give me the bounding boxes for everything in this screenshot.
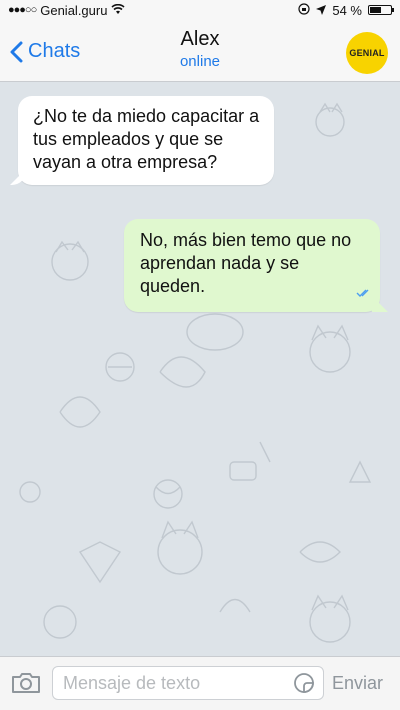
battery-percentage: 54 %: [332, 2, 362, 18]
camera-icon[interactable]: [10, 671, 42, 700]
contact-info[interactable]: Alex online: [0, 28, 400, 70]
orientation-lock-icon: [298, 2, 310, 18]
chat-area[interactable]: ¿No te da miedo capacitar a tus empleado…: [0, 82, 400, 656]
message-field[interactable]: [52, 666, 324, 700]
wifi-icon: [111, 3, 125, 18]
signal-strength: ●●●○○: [8, 4, 37, 16]
outgoing-message[interactable]: No, más bien temo que no aprendan nada y…: [124, 219, 380, 312]
message-composer: Enviar: [0, 656, 400, 710]
message-text: ¿No te da miedo capacitar a tus empleado…: [33, 106, 260, 172]
battery-level: [370, 7, 381, 13]
incoming-message[interactable]: ¿No te da miedo capacitar a tus empleado…: [18, 96, 274, 185]
contact-name: Alex: [180, 28, 220, 50]
contact-status: online: [179, 53, 221, 70]
battery-icon: [368, 5, 394, 15]
status-right: 54 %: [298, 2, 394, 18]
genial-logo-avatar[interactable]: GENIAL: [346, 32, 388, 74]
chat-header: Chats Alex online GENIAL: [0, 20, 400, 82]
status-left: ●●●○○ Genial.guru: [8, 3, 125, 18]
status-bar: ●●●○○ Genial.guru 54 %: [0, 0, 400, 20]
logo-text: GENIAL: [349, 48, 385, 58]
message-text: No, más bien temo que no aprendan nada y…: [140, 230, 352, 296]
send-button[interactable]: Enviar: [332, 673, 383, 694]
double-check-icon: [356, 283, 372, 306]
carrier-name: Genial.guru: [40, 2, 108, 18]
sticker-icon[interactable]: [293, 672, 315, 699]
message-input[interactable]: [53, 667, 283, 699]
location-arrow-icon: [316, 3, 327, 18]
